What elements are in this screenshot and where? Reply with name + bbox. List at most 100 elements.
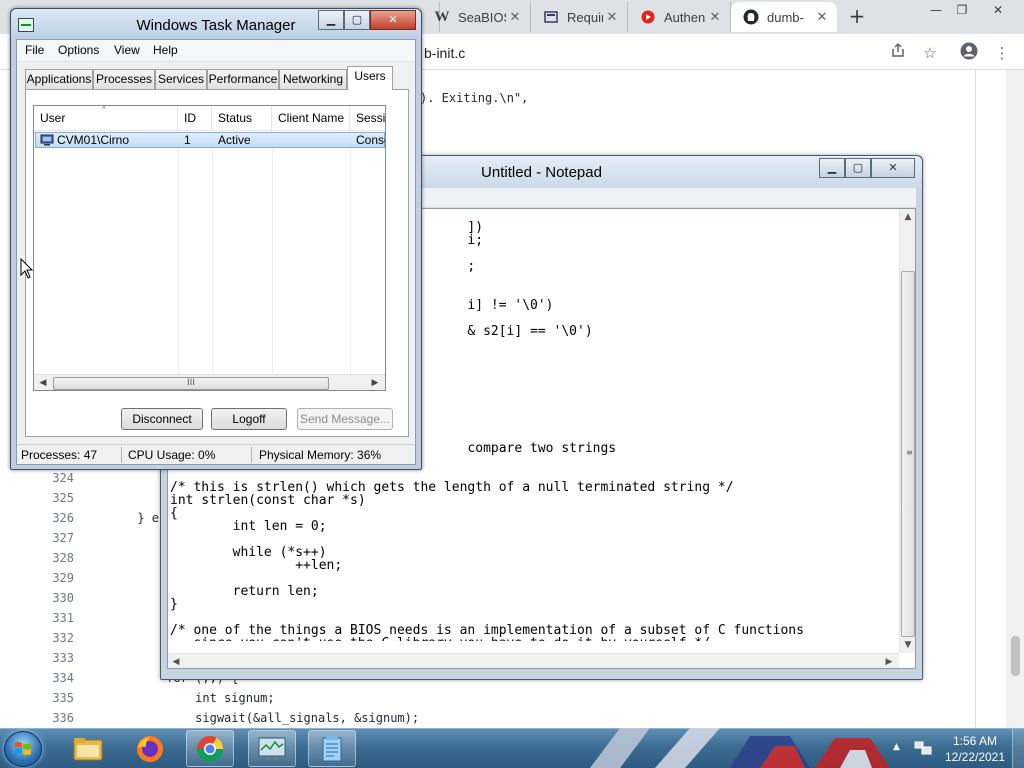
task-manager-icon [258, 737, 286, 760]
scroll-right-arrow-icon[interactable]: ▶ [881, 654, 897, 668]
chrome-tab-title: dumb- [767, 9, 804, 25]
taskbar-notepad[interactable] [308, 730, 356, 767]
scroll-thumb[interactable]: ≡ [901, 271, 915, 637]
windows-flag-icon [15, 742, 31, 755]
profile-icon[interactable] [958, 42, 980, 64]
menu-file[interactable]: File [25, 43, 44, 57]
tab-services[interactable]: Services [155, 69, 207, 89]
address-bar[interactable]: b-init.c [424, 40, 904, 66]
scroll-thumb[interactable]: III [53, 377, 329, 390]
close-button[interactable]: ✕ [986, 2, 1010, 20]
column-divider [212, 131, 213, 381]
status-processes: Processes: 47 [21, 448, 98, 462]
logoff-button[interactable]: Logoff [211, 408, 287, 430]
folder-icon [73, 737, 103, 760]
send-message-button[interactable]: Send Message... [297, 408, 393, 430]
chrome-tab-2[interactable]: Requir ✕ [531, 2, 628, 32]
system-clock[interactable]: 1:56 AM 12/22/2021 [940, 733, 1010, 765]
tab-users[interactable]: Users [347, 66, 393, 90]
youtube-favicon-icon [640, 9, 656, 25]
cell-session: Console [356, 133, 385, 147]
restore-button[interactable]: ❐ [950, 2, 974, 20]
minimize-button[interactable]: ▁ [819, 158, 845, 178]
page-scrollbar[interactable] [1006, 70, 1024, 728]
new-tab-button[interactable]: + [846, 6, 868, 28]
close-icon[interactable]: ✕ [706, 9, 724, 25]
document-favicon-icon [543, 9, 559, 25]
maximize-button[interactable]: ▢ [344, 10, 370, 30]
scroll-thumb[interactable] [1011, 636, 1020, 676]
menu-view[interactable]: View [114, 43, 140, 57]
column-header-status[interactable]: Status [212, 106, 272, 130]
taskbar-chrome[interactable] [186, 730, 234, 767]
scroll-left-arrow-icon[interactable]: ◀ [35, 376, 51, 390]
star-icon[interactable]: ☆ [919, 42, 941, 64]
scroll-right-arrow-icon[interactable]: ▶ [367, 376, 383, 390]
scroll-down-arrow-icon[interactable]: ▼ [900, 637, 915, 653]
show-hidden-icons-arrow-icon[interactable]: ▲ [893, 742, 900, 752]
column-header-client-name[interactable]: Client Name [272, 106, 350, 130]
table-row[interactable]: CVM01\Cirno 1 Active Console [35, 132, 385, 148]
status-divider [251, 447, 252, 463]
close-icon[interactable]: ✕ [603, 9, 621, 25]
chrome-tab-3[interactable]: Authen ✕ [628, 2, 731, 32]
mouse-cursor-icon [20, 258, 34, 279]
clock-time: 1:56 AM [952, 734, 998, 748]
taskbar-firefox[interactable] [126, 730, 174, 767]
tab-processes[interactable]: Processes [93, 69, 155, 89]
kebab-menu-icon[interactable]: ⋮ [991, 42, 1013, 64]
cell-status: Active [218, 133, 251, 147]
chrome-tab-title: Requir [567, 9, 603, 25]
chrome-tab-1[interactable]: W SeaBIOS ✕ [424, 2, 531, 32]
column-header-session[interactable]: Session [350, 106, 385, 130]
scroll-up-arrow-icon[interactable]: ▲ [900, 209, 915, 225]
tab-performance[interactable]: Performance [207, 69, 279, 89]
show-desktop-button[interactable] [1012, 729, 1024, 768]
column-header-user[interactable]: User ^ [34, 106, 178, 130]
sort-arrow-icon: ^ [102, 106, 106, 114]
column-header-id[interactable]: ID [178, 106, 212, 130]
status-bar: Processes: 47 CPU Usage: 0% Physical Mem… [17, 444, 415, 464]
notepad-icon [322, 735, 342, 761]
clock-date: 12/22/2021 [944, 750, 1006, 764]
taskbar-task-manager[interactable] [248, 730, 296, 767]
column-divider [178, 131, 179, 381]
github-favicon-icon [743, 9, 759, 25]
menu-options[interactable]: Options [58, 43, 99, 57]
user-session-icon [40, 134, 54, 146]
column-divider [272, 131, 273, 381]
share-icon[interactable] [887, 42, 909, 64]
status-physical-memory: Physical Memory: 36% [259, 448, 382, 462]
close-icon[interactable]: ✕ [813, 9, 831, 25]
horizontal-scrollbar[interactable]: ◀ ▶ [168, 653, 899, 668]
wallpaper-artwork [590, 728, 890, 768]
tab-applications[interactable]: Applications [25, 69, 93, 89]
code-fragment: ). Exiting.\n", [420, 91, 529, 105]
column-divider [350, 131, 351, 381]
close-button[interactable]: ✕ [370, 10, 416, 30]
vertical-scrollbar[interactable]: ▲ ≡ ▼ [899, 209, 915, 653]
taskbar-explorer[interactable] [64, 730, 112, 767]
scroll-left-arrow-icon[interactable]: ◀ [168, 654, 184, 668]
close-button[interactable]: ✕ [871, 158, 915, 178]
network-icon[interactable] [914, 740, 932, 756]
chrome-tab-4-active[interactable]: dumb- ✕ [731, 2, 837, 32]
wikipedia-favicon-icon: W [434, 8, 450, 25]
task-manager-window[interactable]: Windows Task Manager ▁ ▢ ✕ File Options … [10, 8, 422, 470]
close-icon[interactable]: ✕ [506, 9, 524, 25]
firefox-icon [137, 735, 163, 762]
maximize-button[interactable]: ▢ [845, 158, 871, 178]
horizontal-scrollbar[interactable]: ◀ III ▶ [34, 374, 385, 390]
status-divider [121, 447, 122, 463]
minimize-button[interactable]: ▁ [318, 10, 344, 30]
tab-networking[interactable]: Networking [279, 69, 347, 89]
users-list-view[interactable]: User^ ID Status Client Name Session CVM0… [33, 105, 386, 391]
menu-help[interactable]: Help [153, 43, 178, 57]
code-line: 336 sigwait(&all_signals, &signum); [52, 711, 420, 725]
header-divider [34, 130, 385, 131]
cell-user: CVM01\Cirno [57, 133, 130, 147]
disconnect-button[interactable]: Disconnect [121, 408, 203, 430]
code-line: 335 int signum; [52, 691, 275, 705]
minimize-button[interactable]: — [924, 2, 948, 20]
cell-id: 1 [184, 133, 191, 147]
